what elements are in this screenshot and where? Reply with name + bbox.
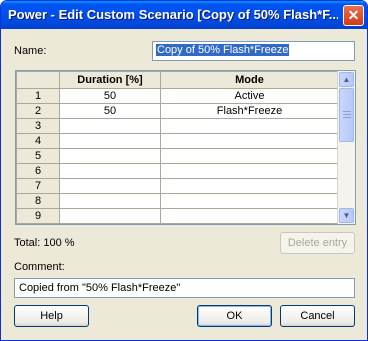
table-row[interactable]: 7: [16, 178, 339, 194]
mode-cell[interactable]: Flash*Freeze: [160, 103, 339, 119]
table-row[interactable]: 8: [16, 193, 339, 209]
row-number: 1: [16, 88, 60, 104]
duration-column-header[interactable]: Duration [%]: [59, 71, 161, 89]
mode-cell[interactable]: [160, 178, 339, 194]
duration-cell[interactable]: [59, 133, 161, 149]
row-number: 3: [16, 118, 60, 134]
name-field[interactable]: Copy of 50% Flash*Freeze: [152, 41, 355, 61]
mode-cell[interactable]: Active: [160, 88, 339, 104]
mode-cell[interactable]: [160, 133, 339, 149]
title-bar[interactable]: Power - Edit Custom Scenario [Copy of 50…: [1, 1, 367, 29]
table-header-row: Duration [%] Mode: [16, 71, 339, 89]
table-row[interactable]: 9: [16, 208, 339, 224]
window-title: Power - Edit Custom Scenario [Copy of 50…: [8, 7, 338, 22]
vertical-scrollbar[interactable]: ▲ ▼: [337, 71, 355, 224]
mode-cell[interactable]: [160, 193, 339, 209]
close-button[interactable]: ✕: [343, 5, 364, 26]
duration-cell[interactable]: [59, 163, 161, 179]
row-number: 4: [16, 133, 60, 149]
total-label: Total: 100 %: [14, 237, 75, 249]
row-number-header: [16, 71, 60, 89]
scroll-grip-line: [343, 117, 351, 118]
mode-cell[interactable]: [160, 208, 339, 224]
row-number: 5: [16, 148, 60, 164]
table-row[interactable]: 1 50 Active: [16, 88, 339, 104]
dialog-window: Power - Edit Custom Scenario [Copy of 50…: [0, 0, 368, 341]
scenario-grid[interactable]: Duration [%] Mode 1 50 Active 2 50 Flash*Free…: [15, 70, 356, 225]
scroll-grip-line: [343, 114, 351, 115]
table-row[interactable]: 4: [16, 133, 339, 149]
comment-field[interactable]: Copied from "50% Flash*Freeze": [14, 278, 355, 298]
scroll-down-button[interactable]: ▼: [339, 208, 354, 223]
mode-cell[interactable]: [160, 148, 339, 164]
row-number: 8: [16, 193, 60, 209]
duration-cell[interactable]: [59, 193, 161, 209]
scroll-thumb[interactable]: [339, 88, 354, 142]
scenario-table: Duration [%] Mode 1 50 Active 2 50 Flash*Free…: [16, 71, 339, 224]
mode-cell[interactable]: [160, 118, 339, 134]
comment-label: Comment:: [14, 261, 65, 273]
table-row[interactable]: 2 50 Flash*Freeze: [16, 103, 339, 119]
mode-column-header[interactable]: Mode: [160, 71, 339, 89]
name-label: Name:: [14, 45, 47, 57]
ok-button[interactable]: OK: [197, 305, 272, 327]
table-row[interactable]: 3: [16, 118, 339, 134]
duration-cell[interactable]: [59, 118, 161, 134]
duration-cell[interactable]: 50: [59, 88, 161, 104]
row-number: 9: [16, 208, 60, 224]
delete-entry-button[interactable]: Delete entry: [280, 232, 355, 254]
row-number: 7: [16, 178, 60, 194]
mode-cell[interactable]: [160, 163, 339, 179]
cancel-button[interactable]: Cancel: [280, 305, 355, 327]
row-number: 6: [16, 163, 60, 179]
duration-cell[interactable]: 50: [59, 103, 161, 119]
duration-cell[interactable]: [59, 208, 161, 224]
scroll-grip-line: [343, 111, 351, 112]
name-field-value: Copy of 50% Flash*Freeze: [156, 44, 290, 56]
table-row[interactable]: 6: [16, 163, 339, 179]
help-button[interactable]: Help: [14, 305, 89, 327]
duration-cell[interactable]: [59, 148, 161, 164]
scroll-up-button[interactable]: ▲: [339, 72, 354, 87]
table-row[interactable]: 5: [16, 148, 339, 164]
duration-cell[interactable]: [59, 178, 161, 194]
row-number: 2: [16, 103, 60, 119]
